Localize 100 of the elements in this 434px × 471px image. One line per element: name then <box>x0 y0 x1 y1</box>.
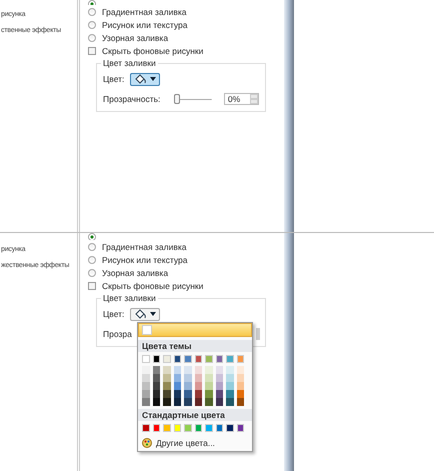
color-swatch[interactable] <box>226 355 234 363</box>
option-label: Рисунок или текстура <box>102 254 188 264</box>
color-swatch[interactable] <box>205 390 212 398</box>
color-swatch[interactable] <box>174 382 181 390</box>
color-swatch[interactable] <box>194 398 202 406</box>
color-swatch[interactable] <box>194 390 202 398</box>
radio-button[interactable] <box>88 233 96 240</box>
color-swatch[interactable] <box>236 424 244 432</box>
color-swatch[interactable] <box>216 366 223 374</box>
radio-button[interactable] <box>88 242 96 250</box>
color-swatch[interactable] <box>152 355 160 363</box>
color-swatch[interactable] <box>152 398 160 406</box>
transparency-label: Прозрачность: <box>103 94 160 104</box>
color-swatch[interactable] <box>142 366 150 374</box>
color-swatch[interactable] <box>194 374 202 382</box>
color-swatch[interactable] <box>194 382 202 390</box>
color-swatch[interactable] <box>236 355 244 363</box>
color-swatch[interactable] <box>152 424 160 432</box>
color-swatch[interactable] <box>174 355 181 363</box>
color-swatch[interactable] <box>205 424 212 432</box>
color-swatch[interactable] <box>226 390 234 398</box>
color-swatch[interactable] <box>174 366 181 374</box>
color-swatch[interactable] <box>236 390 244 398</box>
color-swatch[interactable] <box>194 355 202 363</box>
color-swatch[interactable] <box>226 398 234 406</box>
color-swatch[interactable] <box>216 374 223 382</box>
color-swatch[interactable] <box>142 424 150 432</box>
color-swatch[interactable] <box>205 355 212 363</box>
section-heading: Цвета темы <box>138 340 252 352</box>
color-swatch[interactable] <box>152 366 160 374</box>
radio-button[interactable] <box>88 8 96 16</box>
color-swatch[interactable] <box>236 382 244 390</box>
color-swatch[interactable] <box>163 374 170 382</box>
color-swatch[interactable] <box>163 382 170 390</box>
color-swatch[interactable] <box>174 398 181 406</box>
color-swatch[interactable] <box>142 398 150 406</box>
color-swatch[interactable] <box>205 366 212 374</box>
transparency-label: Прозра <box>103 329 132 339</box>
color-swatch[interactable] <box>216 424 223 432</box>
radio-button[interactable] <box>88 268 96 276</box>
radio-button[interactable] <box>88 34 96 42</box>
checkbox[interactable] <box>88 282 96 290</box>
color-swatch[interactable] <box>184 398 192 406</box>
color-swatch[interactable] <box>174 390 181 398</box>
transparency-field[interactable]: 0% <box>224 93 259 105</box>
spin-buttons[interactable] <box>256 328 260 340</box>
radio-button[interactable] <box>88 256 96 264</box>
color-swatch[interactable] <box>184 374 192 382</box>
color-swatch[interactable] <box>184 390 192 398</box>
option-label: Градиентная заливка <box>102 6 186 16</box>
color-swatch[interactable] <box>163 366 170 374</box>
color-swatch[interactable] <box>226 374 234 382</box>
color-swatch[interactable] <box>174 374 181 382</box>
color-swatch[interactable] <box>184 424 192 432</box>
color-swatch[interactable] <box>142 382 150 390</box>
color-swatch[interactable] <box>236 398 244 406</box>
color-swatch[interactable] <box>216 355 223 363</box>
color-swatch[interactable] <box>163 355 170 363</box>
color-swatch[interactable] <box>152 374 160 382</box>
color-swatch[interactable] <box>226 424 234 432</box>
checkbox[interactable] <box>88 46 96 54</box>
paint-bucket-icon <box>134 74 148 84</box>
color-label: Цвет: <box>103 309 124 319</box>
color-swatch[interactable] <box>205 398 212 406</box>
color-picker-button[interactable] <box>130 308 160 320</box>
group-title: Цвет заливки <box>101 293 158 303</box>
color-swatch[interactable] <box>184 355 192 363</box>
color-swatch[interactable] <box>142 390 150 398</box>
color-swatch[interactable] <box>194 366 202 374</box>
color-swatch[interactable] <box>163 398 170 406</box>
color-swatch[interactable] <box>174 424 181 432</box>
color-swatch[interactable] <box>216 382 223 390</box>
option-label: Скрыть фоновые рисунки <box>102 46 204 56</box>
color-swatch[interactable] <box>216 398 223 406</box>
color-swatch[interactable] <box>226 382 234 390</box>
section-heading: Стандартные цвета <box>138 409 252 421</box>
automatic-color-item[interactable] <box>138 323 252 337</box>
color-swatch[interactable] <box>142 355 150 363</box>
color-swatch[interactable] <box>142 374 150 382</box>
color-swatch[interactable] <box>205 374 212 382</box>
color-swatch[interactable] <box>226 366 234 374</box>
color-swatch[interactable] <box>236 374 244 382</box>
color-swatch[interactable] <box>152 382 160 390</box>
color-swatch[interactable] <box>236 366 244 374</box>
color-swatch[interactable] <box>194 424 202 432</box>
slider-thumb[interactable] <box>174 94 180 104</box>
color-swatch[interactable] <box>216 390 223 398</box>
color-picker-button[interactable] <box>130 72 160 86</box>
color-swatch[interactable] <box>163 390 170 398</box>
more-colors-item[interactable]: Другие цвета... <box>138 435 252 448</box>
color-swatch[interactable] <box>184 382 192 390</box>
color-swatch[interactable] <box>184 366 192 374</box>
palette-icon <box>142 438 152 448</box>
radio-button[interactable] <box>88 20 96 28</box>
color-swatch[interactable] <box>163 424 170 432</box>
color-swatch[interactable] <box>152 390 160 398</box>
paint-bucket-icon <box>134 309 148 319</box>
option-label: Градиентная заливка <box>102 242 186 252</box>
option-label: Рисунок или текстура <box>102 20 188 30</box>
color-swatch[interactable] <box>205 382 212 390</box>
